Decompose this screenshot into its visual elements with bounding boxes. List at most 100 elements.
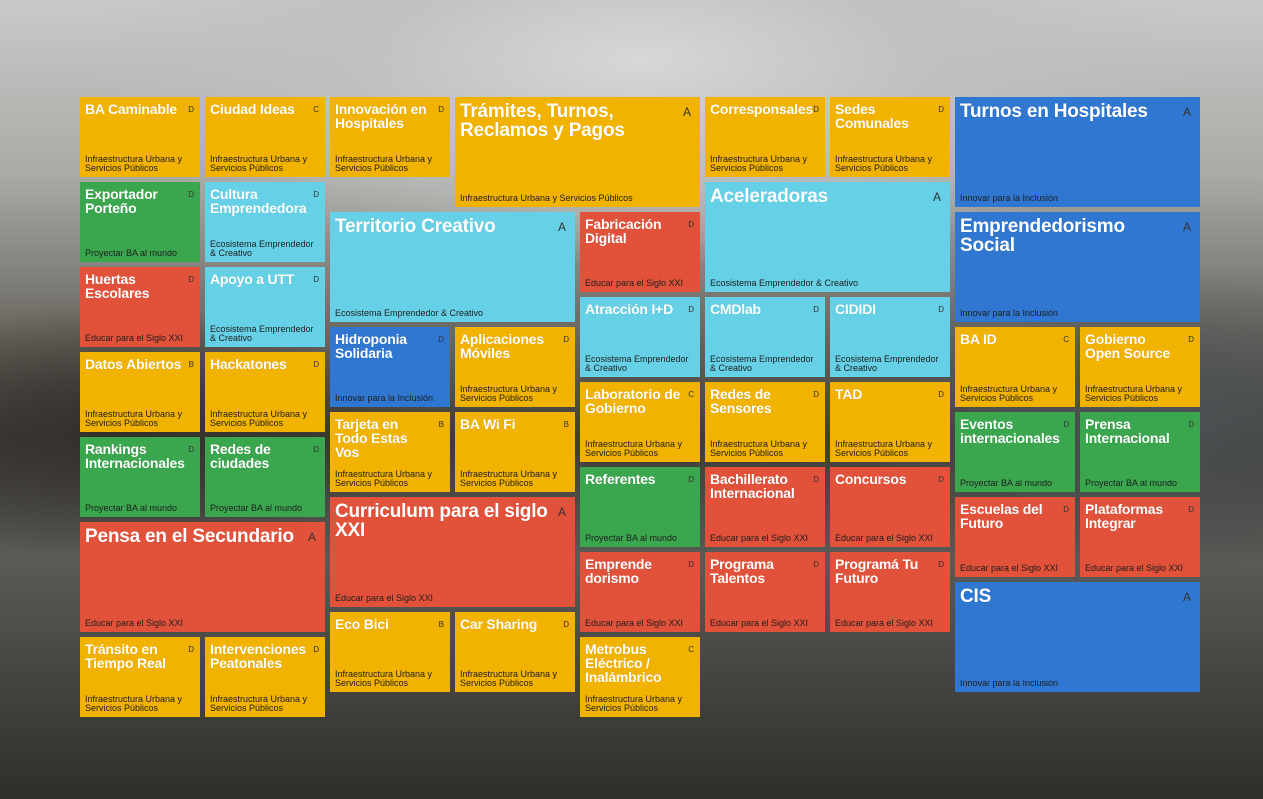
tile-title: Bachillerato Internacional xyxy=(710,471,795,501)
tile-title: Intervenciones Peatonales xyxy=(210,641,307,671)
tile-title: Corresponsales xyxy=(710,101,814,117)
tile-category-label: Infraestructura Urbana y Servicios Públi… xyxy=(835,154,933,173)
tile-huertas-escolares[interactable]: Huertas Escolares D Educar para el Siglo X… xyxy=(80,267,200,347)
tile-laboratorio-de-gobierno[interactable]: Laboratorio de Gobierno C Infraestructura … xyxy=(580,382,700,462)
tile-grade-badge: D xyxy=(813,105,819,114)
tile-cididi[interactable]: CIDIDI D Ecosistema Emprendedor & Creativo xyxy=(830,297,950,377)
tile-programa-talentos[interactable]: Programa Talentos D Educar para el Siglo X… xyxy=(705,552,825,632)
tile-grade-badge: C xyxy=(688,645,694,654)
tile-category-label: Ecosistema Emprendedor & Creativo xyxy=(585,354,689,373)
tile-tad[interactable]: TAD D Infraestructura Urbana y Servicios P… xyxy=(830,382,950,462)
tile-pensa-en-el-secundario[interactable]: Pensa en el Secundario A Educar para el Si… xyxy=(80,522,325,632)
tile-category-label: Infraestructura Urbana y Servicios Públi… xyxy=(960,384,1058,403)
tile-fabricacion-digital[interactable]: Fabricación Digital D Educar para el Siglo… xyxy=(580,212,700,292)
tile-curriculum-para-el-siglo-xxi[interactable]: Curriculum para el siglo XXI A Educar para… xyxy=(330,497,575,607)
tile-title: Fabricación Digital xyxy=(585,216,662,246)
tile-eventos-internacionales[interactable]: Eventos internacionales D Proyectar BA al … xyxy=(955,412,1075,492)
tile-atraccion-i-d[interactable]: Atracción I+D D Ecosistema Emprendedor & C… xyxy=(580,297,700,377)
tile-ba-caminable[interactable]: BA Caminable D Infraestructura Urbana y Se… xyxy=(80,97,200,177)
tile-grade-badge: D xyxy=(438,335,444,344)
tile-gobierno-open-source[interactable]: Gobierno Open Source D Infraestructura Urb… xyxy=(1080,327,1200,407)
tile-category-label: Innovar para la Inclusión xyxy=(960,193,1059,203)
tile-title: BA Wi Fi xyxy=(460,416,516,432)
tile-redes-de-ciudades[interactable]: Redes de ciudades D Proyectar BA al mundo xyxy=(205,437,325,517)
tile-innovacion-en-hospitales[interactable]: Innovación en Hospitales D Infraestructura… xyxy=(330,97,450,177)
tile-programa-tu-futuro[interactable]: Programá Tu Futuro D Educar para el Siglo … xyxy=(830,552,950,632)
tile-tramites-turnos-reclamos-y-pagos[interactable]: Trámites, Turnos, Reclamos y Pagos A Infra… xyxy=(455,97,700,207)
tile-grade-badge: D xyxy=(313,645,319,654)
tile-grade-badge: B xyxy=(188,360,194,369)
tile-title: Rankings Internacionales xyxy=(85,441,185,471)
tile-ba-wi-fi[interactable]: BA Wi Fi B Infraestructura Urbana y Servic… xyxy=(455,412,575,492)
tile-referentes[interactable]: Referentes D Proyectar BA al mundo xyxy=(580,467,700,547)
tile-title: Atracción I+D xyxy=(585,301,674,317)
tile-grade-badge: D xyxy=(813,475,819,484)
tile-datos-abiertos[interactable]: Datos Abiertos B Infraestructura Urbana y … xyxy=(80,352,200,432)
tile-title: Cultura Emprendedora xyxy=(210,186,307,216)
tile-metrobus-electrico-inalambrico[interactable]: Metrobus Eléctrico / Inalámbrico C Infraes… xyxy=(580,637,700,717)
tile-corresponsales[interactable]: Corresponsales D Infraestructura Urbana y … xyxy=(705,97,825,177)
tile-category-label: Educar para el Siglo XXI xyxy=(85,333,184,343)
tile-concursos[interactable]: Concursos D Educar para el Siglo XXI xyxy=(830,467,950,547)
tile-hackatones[interactable]: Hackatones D Infraestructura Urbana y Serv… xyxy=(205,352,325,432)
tile-title: Referentes xyxy=(585,471,656,487)
tile-ciudad-ideas[interactable]: Ciudad Ideas C Infraestructura Urbana y Se… xyxy=(205,97,325,177)
tile-grade-badge: B xyxy=(438,420,444,429)
tile-grade-badge: D xyxy=(563,335,569,344)
tile-title: Metrobus Eléctrico / Inalámbrico xyxy=(585,641,662,685)
tile-category-label: Infraestructura Urbana y Servicios Públi… xyxy=(85,409,183,428)
tile-title: Emprendedorismo Social xyxy=(960,216,1125,256)
tile-cultura-emprendedora[interactable]: Cultura Emprendedora D Ecosistema Emprende… xyxy=(205,182,325,262)
tile-emprende-dorismo[interactable]: Emprende dorismo D Educar para el Siglo XX… xyxy=(580,552,700,632)
tile-ba-id[interactable]: BA ID C Infraestructura Urbana y Servicios… xyxy=(955,327,1075,407)
tile-rankings-internacionales[interactable]: Rankings Internacionales D Proyectar BA al… xyxy=(80,437,200,517)
tile-apoyo-a-utt[interactable]: Apoyo a UTT D Ecosistema Emprendedor & Cre… xyxy=(205,267,325,347)
tile-category-label: Infraestructura Urbana y Servicios Públi… xyxy=(335,154,433,173)
tile-escuelas-del-futuro[interactable]: Escuelas del Futuro D Educar para el Siglo… xyxy=(955,497,1075,577)
tile-sedes-comunales[interactable]: Sedes Comunales D Infraestructura Urbana y… xyxy=(830,97,950,177)
tile-grade-badge: D xyxy=(1188,420,1194,429)
tile-grade-badge: D xyxy=(813,390,819,399)
tile-grid: BA Caminable D Infraestructura Urbana y Se… xyxy=(0,0,1263,799)
tile-eco-bici[interactable]: Eco Bici B Infraestructura Urbana y Servic… xyxy=(330,612,450,692)
tile-hidroponia-solidaria[interactable]: Hidroponia Solidaria D Innovar para la Inc… xyxy=(330,327,450,407)
tile-grade-badge: D xyxy=(938,390,944,399)
tile-emprendedorismo-social[interactable]: Emprendedorismo Social A Innovar para la I… xyxy=(955,212,1200,322)
tile-bachillerato-internacional[interactable]: Bachillerato Internacional D Educar para e… xyxy=(705,467,825,547)
tile-car-sharing[interactable]: Car Sharing D Infraestructura Urbana y Ser… xyxy=(455,612,575,692)
tile-redes-de-sensores[interactable]: Redes de Sensores D Infraestructura Urbana… xyxy=(705,382,825,462)
tile-grade-badge: D xyxy=(438,105,444,114)
tile-prensa-internacional[interactable]: Prensa Internacional D Proyectar BA al mun… xyxy=(1080,412,1200,492)
tile-cis[interactable]: CIS A Innovar para la Inclusión xyxy=(955,582,1200,692)
tile-grade-badge: A xyxy=(1182,590,1191,604)
tile-grade-badge: B xyxy=(438,620,444,629)
tile-title: BA Caminable xyxy=(85,101,177,117)
tile-turnos-en-hospitales[interactable]: Turnos en Hospitales A Innovar para la Inc… xyxy=(955,97,1200,207)
tile-category-label: Proyectar BA al mundo xyxy=(210,503,303,513)
tile-grade-badge: D xyxy=(313,445,319,454)
tile-category-label: Ecosistema Emprendedor & Creativo xyxy=(335,308,484,318)
tile-title: Programá Tu Futuro xyxy=(835,556,919,586)
tile-aceleradoras[interactable]: Aceleradoras A Ecosistema Emprendedor & Cr… xyxy=(705,182,950,292)
tile-category-label: Educar para el Siglo XXI xyxy=(710,618,809,628)
tile-transito-en-tiempo-real[interactable]: Tránsito en Tiempo Real D Infraestructura … xyxy=(80,637,200,717)
tile-grade-badge: A xyxy=(932,190,941,204)
tile-category-label: Infraestructura Urbana y Servicios Públi… xyxy=(335,669,433,688)
tile-grade-badge: D xyxy=(188,275,194,284)
tile-category-label: Educar para el Siglo XXI xyxy=(335,593,434,603)
tile-tarjeta-en-todo-estas-vos[interactable]: Tarjeta en Todo Estas Vos B Infraestructur… xyxy=(330,412,450,492)
tile-grade-badge: D xyxy=(813,560,819,569)
tile-category-label: Infraestructura Urbana y Servicios Públi… xyxy=(85,154,183,173)
tile-territorio-creativo[interactable]: Territorio Creativo A Ecosistema Emprended… xyxy=(330,212,575,322)
tile-category-label: Ecosistema Emprendedor & Creativo xyxy=(210,239,314,258)
tile-plataformas-integrar[interactable]: Plataformas Integrar D Educar para el Sigl… xyxy=(1080,497,1200,577)
tile-title: Aplicaciones Móviles xyxy=(460,331,544,361)
tile-cmdlab[interactable]: CMDlab D Ecosistema Emprendedor & Creativo xyxy=(705,297,825,377)
tile-aplicaciones-moviles[interactable]: Aplicaciones Móviles D Infraestructura Urb… xyxy=(455,327,575,407)
tile-grade-badge: D xyxy=(1188,335,1194,344)
tile-exportador-porteno[interactable]: Exportador Porteño D Proyectar BA al mundo xyxy=(80,182,200,262)
tile-title: Turnos en Hospitales xyxy=(960,101,1148,122)
tile-title: Territorio Creativo xyxy=(335,216,496,237)
tile-grade-badge: D xyxy=(688,560,694,569)
tile-intervenciones-peatonales[interactable]: Intervenciones Peatonales D Infraestructur… xyxy=(205,637,325,717)
